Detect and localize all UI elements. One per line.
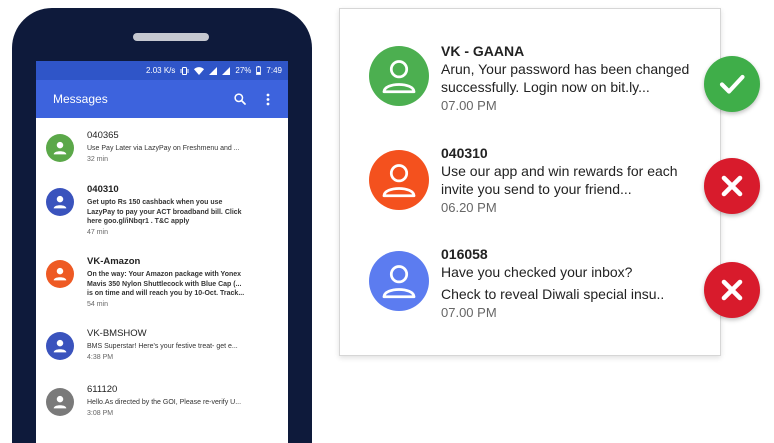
person-icon [382, 265, 416, 299]
phone-frame: 2.03 K/s 27% 7:49 Messages 040365 Use Pa… [12, 8, 312, 443]
phone-speaker [133, 33, 209, 41]
sms-sender: VK - GAANA [441, 43, 525, 59]
sms-time: 06.20 PM [441, 200, 497, 215]
sms-body-line: Check to reveal Diwali special insu.. [441, 286, 665, 302]
message-time: 3:08 PM [87, 409, 114, 417]
message-time: 32 min [87, 155, 109, 163]
sms-sender: 016058 [441, 246, 488, 262]
cross-icon [721, 279, 743, 301]
message-time: 4:38 PM [87, 353, 114, 361]
message-sender: VK-BMSHOW [87, 328, 147, 339]
sms-text: 016058 Have you checked your inbox? Check … [441, 246, 706, 321]
message-text: 040310 Get upto Rs 150 cashback when you … [87, 184, 277, 236]
status-bar: 2.03 K/s 27% 7:49 [36, 61, 288, 80]
person-icon [53, 339, 67, 353]
search-icon[interactable] [230, 89, 250, 109]
signal-icon-1 [209, 66, 218, 75]
wifi-icon [194, 66, 205, 75]
message-time: 47 min [87, 228, 109, 236]
message-preview-line: Use Pay Later via LazyPay on Freshmenu a… [87, 145, 240, 152]
more-vert-icon[interactable] [258, 89, 278, 109]
sms-body-line: invite you send to your friend... [441, 181, 632, 197]
signal-icon-2 [222, 66, 231, 75]
message-preview-line: is on time and will reach you by 10-Oct.… [87, 290, 245, 297]
avatar [46, 188, 74, 216]
person-icon [53, 141, 67, 155]
message-preview-line: Mavis 350 Nylon Shuttlecock with Blue Ca… [87, 280, 242, 288]
message-sender: 040365 [87, 130, 119, 141]
message-sender: VK-Amazon [87, 256, 141, 267]
message-preview: On the way: Your Amazon package with Yon… [87, 270, 277, 299]
message-sender: 611120 [87, 384, 118, 395]
message-preview-line: Hello.As directed by the GOI, Please re-… [87, 399, 242, 406]
avatar [369, 150, 429, 210]
battery-percent: 27% [235, 66, 252, 75]
message-text: VK-BMSHOW BMS Superstar! Here's your fest… [87, 328, 277, 361]
network-speed: 2.03 K/s [146, 66, 176, 75]
sms-sender: 040310 [441, 145, 488, 161]
message-text: 611120 Hello.As directed by the GOI, Plea… [87, 384, 277, 417]
verdict-badge-rejected [704, 262, 760, 318]
cross-icon [721, 175, 743, 197]
message-preview: Use Pay Later via LazyPay on Freshmenu a… [87, 144, 277, 154]
avatar [46, 134, 74, 162]
sms-time: 07.00 PM [441, 98, 497, 113]
sms-body-line: successfully. Login now on bit.ly... [441, 79, 650, 95]
message-preview: Hello.As directed by the GOI, Please re-… [87, 398, 277, 408]
avatar [46, 388, 74, 416]
message-preview-line: BMS Superstar! Here's your festive treat… [87, 343, 238, 350]
app-bar: Messages [36, 80, 288, 118]
person-icon [382, 164, 416, 198]
message-preview-line: Get upto Rs 150 cashback when you use [87, 199, 223, 206]
message-preview-line: here goo.gl/iNbqr1 . T&C apply [87, 218, 190, 225]
avatar [46, 332, 74, 360]
app-title: Messages [53, 92, 108, 106]
message-preview-line: LazyPay to pay your ACT broadband bill. … [87, 208, 242, 216]
person-icon [53, 395, 67, 409]
message-preview-line: On the way: Your Amazon package with Yon… [87, 271, 242, 278]
avatar [369, 251, 429, 311]
person-icon [53, 267, 67, 281]
sms-body-line: Have you checked your inbox? [441, 264, 633, 280]
verdict-badge-rejected [704, 158, 760, 214]
sms-classification-card: VK - GAANA Arun, Your password has been c… [339, 8, 721, 356]
message-text: 040365 Use Pay Later via LazyPay on Fresh… [87, 130, 277, 163]
message-preview: Get upto Rs 150 cashback when you use Laz… [87, 198, 277, 227]
checkmark-icon [719, 74, 745, 94]
avatar [369, 46, 429, 106]
vibrate-icon [180, 66, 189, 75]
phone-screen: 2.03 K/s 27% 7:49 Messages 040365 Use Pa… [36, 61, 288, 443]
message-text: VK-Amazon On the way: Your Amazon package… [87, 256, 277, 308]
message-time: 54 min [87, 300, 109, 308]
sms-body-line: Use our app and win rewards for each [441, 163, 678, 179]
verdict-badge-approved [704, 56, 760, 112]
sms-text: 040310 Use our app and win rewards for ea… [441, 145, 706, 216]
status-time: 7:49 [266, 66, 282, 75]
person-icon [382, 60, 416, 94]
avatar [46, 260, 74, 288]
person-icon [53, 195, 67, 209]
message-sender: 040310 [87, 184, 119, 195]
battery-icon [256, 66, 262, 75]
sms-text: VK - GAANA Arun, Your password has been c… [441, 43, 706, 114]
sms-time: 07.00 PM [441, 305, 497, 320]
sms-body-line: Arun, Your password has been changed [441, 61, 690, 77]
message-preview: BMS Superstar! Here's your festive treat… [87, 342, 277, 352]
